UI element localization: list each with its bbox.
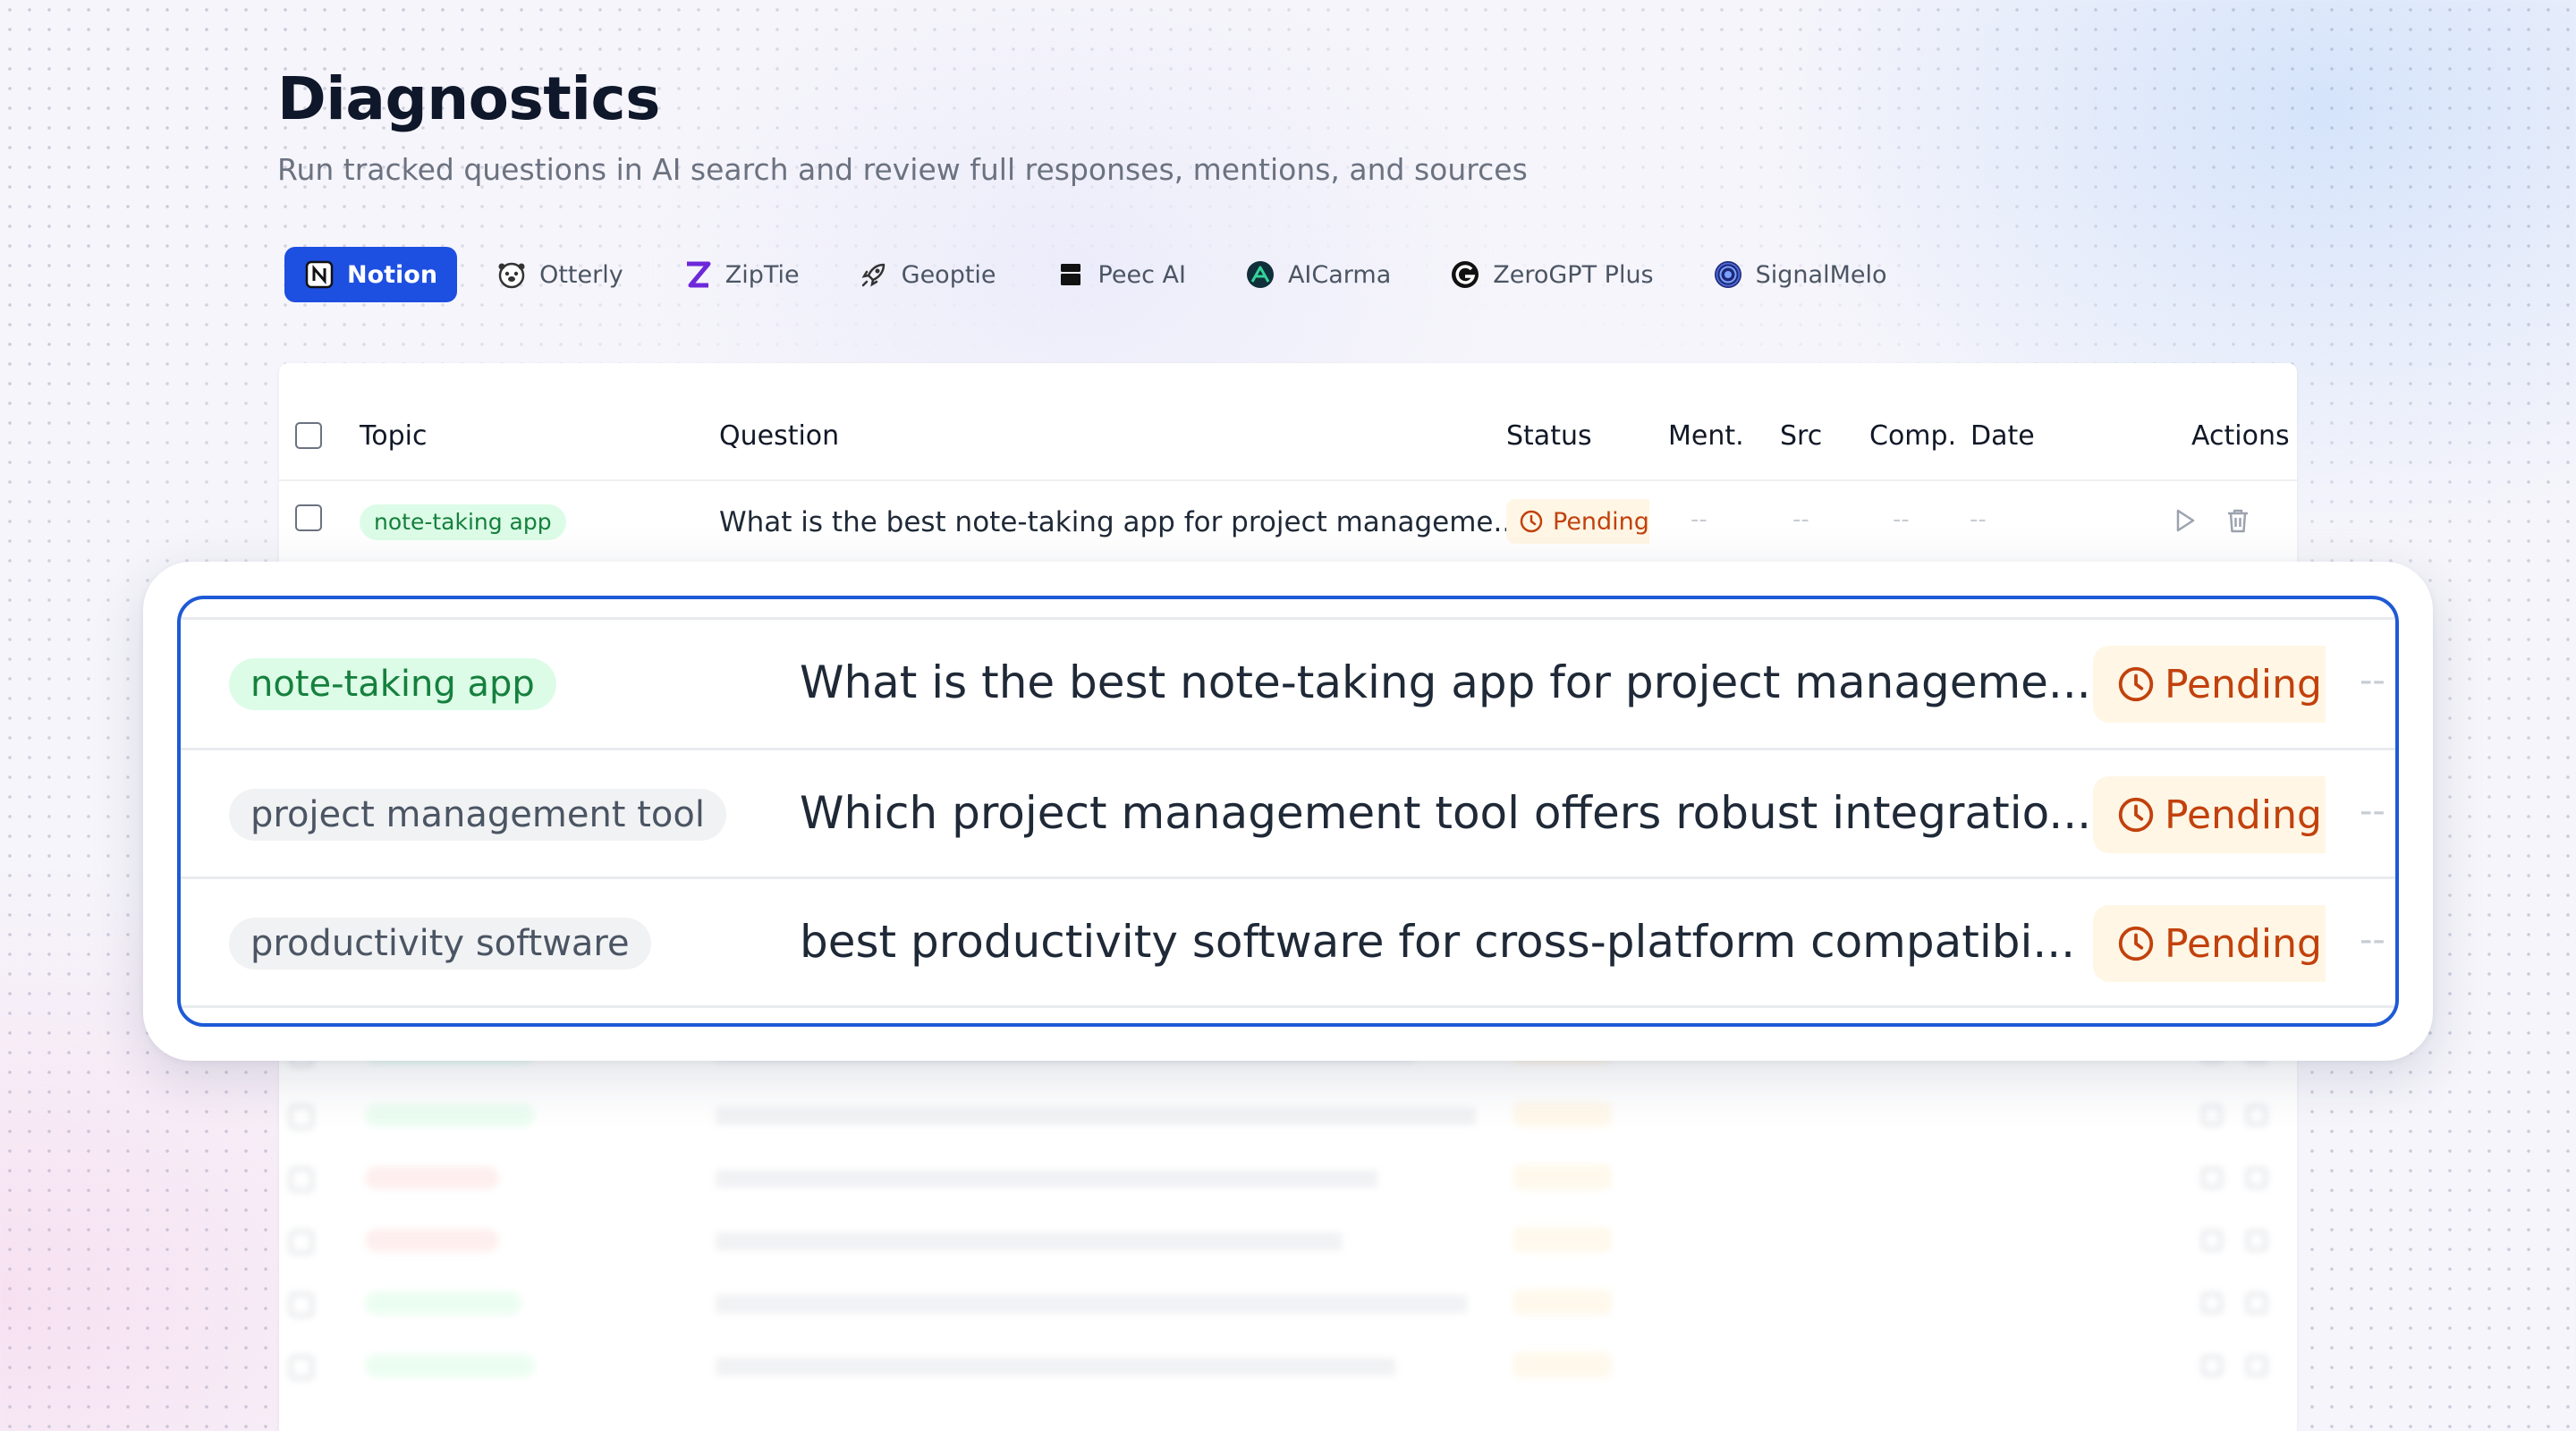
topic-badge: productivity software	[229, 918, 651, 970]
status-badge: Pending	[1506, 499, 1649, 544]
header-divider	[279, 479, 2297, 481]
table-row[interactable]: note-taking app What is the best note-ta…	[181, 619, 2395, 748]
status-label: Pending	[2165, 661, 2322, 707]
tab-label: SignalMelo	[1755, 260, 1887, 289]
blurred-row	[279, 1145, 2297, 1207]
status-badge: Pending	[2093, 646, 2326, 723]
tab-peec-ai[interactable]: Peec AI	[1036, 247, 1206, 302]
ziptie-icon	[682, 259, 713, 290]
topic-badge: project management tool	[229, 789, 726, 841]
tab-label: ZipTie	[724, 260, 800, 289]
zerogpt-icon	[1450, 259, 1480, 290]
question-text[interactable]: What is the best note-taking app for pro…	[800, 656, 2091, 708]
clock-icon	[1520, 510, 1543, 533]
column-header-actions: Actions	[2191, 420, 2290, 452]
table-row[interactable]: productivity software best productivity …	[181, 878, 2395, 1007]
status-badge: Pending	[2093, 905, 2326, 982]
tab-label: Peec AI	[1097, 260, 1186, 289]
competitors-value: --	[1893, 506, 1910, 533]
mentions-value: --	[2360, 919, 2385, 961]
column-header-competitors[interactable]: Comp.	[1869, 420, 1956, 452]
question-text[interactable]: What is the best note-taking app for pro…	[719, 506, 1520, 538]
tab-label: Notion	[347, 260, 438, 289]
column-header-question[interactable]: Question	[719, 420, 839, 452]
tab-zerogpt-plus[interactable]: ZeroGPT Plus	[1430, 247, 1673, 302]
row-checkbox[interactable]	[295, 504, 322, 531]
topic-badge: note-taking app	[229, 658, 556, 710]
brand-tabs: Notion Otterly ZipTie Geoptie Peec AI AI…	[284, 247, 1907, 302]
tab-label: AICarma	[1287, 260, 1392, 289]
column-header-mentions[interactable]: Ment.	[1668, 420, 1744, 452]
topic-badge: note-taking app	[360, 504, 566, 540]
otter-icon	[496, 259, 527, 290]
tab-aicarma[interactable]: AICarma	[1225, 247, 1411, 302]
delete-trash-icon[interactable]	[2224, 506, 2252, 535]
column-header-topic[interactable]: Topic	[360, 420, 427, 452]
status-label: Pending	[1553, 507, 1649, 536]
question-text[interactable]: Which project management tool offers rob…	[800, 787, 2091, 839]
peec-icon	[1055, 259, 1086, 290]
row-divider	[181, 1005, 2395, 1008]
zoom-callout: note-taking app What is the best note-ta…	[143, 562, 2433, 1061]
table-row[interactable]: project management tool Which project ma…	[181, 749, 2395, 878]
status-label: Pending	[2165, 792, 2322, 838]
blurred-row	[279, 1082, 2297, 1145]
column-header-sources[interactable]: Src	[1780, 420, 1822, 452]
question-text[interactable]: best productivity software for cross-pla…	[800, 916, 2075, 968]
column-header-date[interactable]: Date	[1970, 420, 2035, 452]
sources-value: --	[1792, 506, 1809, 533]
blurred-row	[279, 1207, 2297, 1270]
status-badge: Pending	[2093, 776, 2326, 853]
signal-icon	[1713, 259, 1743, 290]
mentions-value: --	[2360, 660, 2385, 701]
notion-icon	[304, 259, 335, 290]
mentions-value: --	[2360, 791, 2385, 832]
run-play-icon[interactable]	[2170, 506, 2199, 535]
blurred-row	[279, 1333, 2297, 1395]
clock-icon	[2118, 666, 2154, 702]
rocket-icon	[859, 259, 889, 290]
date-value: --	[1970, 506, 1987, 533]
column-header-status[interactable]: Status	[1506, 420, 1592, 452]
blurred-row	[279, 1270, 2297, 1333]
tab-label: Geoptie	[901, 260, 996, 289]
tab-notion[interactable]: Notion	[284, 247, 458, 302]
blurred-table-rows	[279, 1020, 2297, 1431]
select-all-checkbox[interactable]	[295, 422, 322, 449]
tab-ziptie[interactable]: ZipTie	[663, 247, 819, 302]
clock-icon	[2118, 926, 2154, 961]
page-subtitle: Run tracked questions in AI search and r…	[277, 152, 1528, 187]
tab-label: ZeroGPT Plus	[1493, 260, 1654, 289]
mentions-value: --	[1690, 506, 1707, 533]
clock-icon	[2118, 797, 2154, 833]
zoomed-rows: note-taking app What is the best note-ta…	[177, 596, 2399, 1027]
status-label: Pending	[2165, 920, 2322, 967]
tab-geoptie[interactable]: Geoptie	[839, 247, 1016, 302]
tab-label: Otterly	[539, 260, 623, 289]
page-title: Diagnostics	[277, 64, 660, 133]
aicarma-icon	[1245, 259, 1275, 290]
tab-otterly[interactable]: Otterly	[477, 247, 643, 302]
tab-signalmelo[interactable]: SignalMelo	[1693, 247, 1907, 302]
